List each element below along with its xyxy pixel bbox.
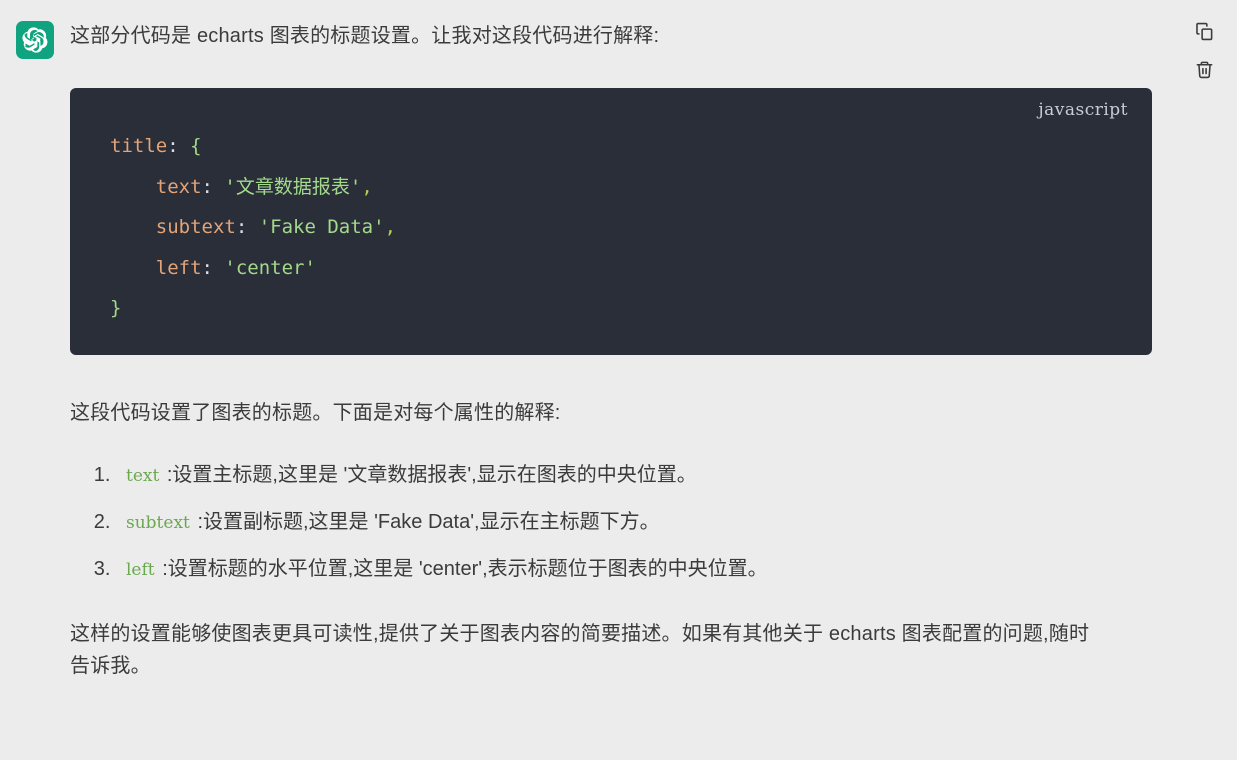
- property-list: text :设置主标题,这里是 '文章数据报表',显示在图表的中央位置。 subt…: [70, 459, 1167, 586]
- code-token-plain: :: [201, 175, 225, 198]
- inline-code: subtext: [126, 512, 190, 533]
- code-token-punct: ,: [361, 175, 373, 198]
- intro-paragraph: 这部分代码是 echarts 图表的标题设置。让我对这段代码进行解释:: [70, 25, 660, 47]
- inline-code: left: [126, 559, 155, 580]
- code-token-plain: :: [201, 256, 225, 279]
- delete-icon: [1195, 60, 1214, 79]
- code-line: subtext: 'Fake Data',: [110, 207, 1152, 248]
- code-token-str: 'center': [224, 256, 316, 279]
- code-token-str: 'Fake Data': [258, 216, 385, 238]
- list-item: left :设置标题的水平位置,这里是 'center',表示标题位于图表的中央…: [116, 553, 1167, 586]
- code-line: text: '文章数据报表',: [110, 167, 1152, 208]
- code-token-brace: }: [110, 297, 122, 319]
- list-item-description: :设置副标题,这里是 'Fake Data',显示在主标题下方。: [197, 510, 660, 533]
- code-token-key: subtext: [155, 216, 236, 238]
- copy-button[interactable]: [1193, 20, 1215, 42]
- code-token-plain: :: [167, 135, 191, 157]
- list-item-description: :设置标题的水平位置,这里是 'center',表示标题位于图表的中央位置。: [162, 557, 768, 580]
- explanation-paragraph: 这段代码设置了图表的标题。下面是对每个属性的解释:: [70, 401, 561, 424]
- code-line: left: 'center': [110, 248, 1152, 289]
- code-line: title: {: [110, 126, 1152, 167]
- list-item: subtext :设置副标题,这里是 'Fake Data',显示在主标题下方。: [116, 506, 1167, 539]
- code-token-key: left: [155, 256, 202, 279]
- message-actions: [1193, 20, 1215, 80]
- closing-paragraph: 这样的设置能够使图表更具可读性,提供了关于图表内容的简要描述。如果有其他关于 e…: [70, 622, 1090, 677]
- delete-button[interactable]: [1193, 58, 1215, 80]
- message-body: 这部分代码是 echarts 图表的标题设置。让我对这段代码进行解释: java…: [0, 0, 1237, 682]
- avatar-column: [0, 18, 70, 682]
- code-token-key: text: [155, 175, 202, 198]
- assistant-message: 这部分代码是 echarts 图表的标题设置。让我对这段代码进行解释: java…: [0, 0, 1237, 760]
- code-block: javascript title: { text: '文章数据报表', subt…: [70, 88, 1152, 355]
- code-token-plain: :: [235, 216, 259, 238]
- avatar: [16, 21, 54, 59]
- openai-logo-icon: [22, 27, 48, 53]
- message-content: 这部分代码是 echarts 图表的标题设置。让我对这段代码进行解释: java…: [70, 18, 1237, 682]
- code-token-key: title: [110, 135, 168, 157]
- code-language-label: javascript: [1038, 100, 1128, 120]
- code-line: }: [110, 288, 1152, 329]
- copy-icon: [1195, 22, 1214, 41]
- code-content[interactable]: title: { text: '文章数据报表', subtext: 'Fake …: [70, 102, 1152, 329]
- inline-code: text: [126, 465, 160, 486]
- code-token-punct: ,: [384, 216, 397, 238]
- list-item-description: :设置主标题,这里是 '文章数据报表',显示在图表的中央位置。: [166, 463, 697, 486]
- code-token-brace: {: [190, 135, 202, 157]
- code-token-str: '文章数据报表': [224, 175, 362, 198]
- list-item: text :设置主标题,这里是 '文章数据报表',显示在图表的中央位置。: [116, 459, 1167, 492]
